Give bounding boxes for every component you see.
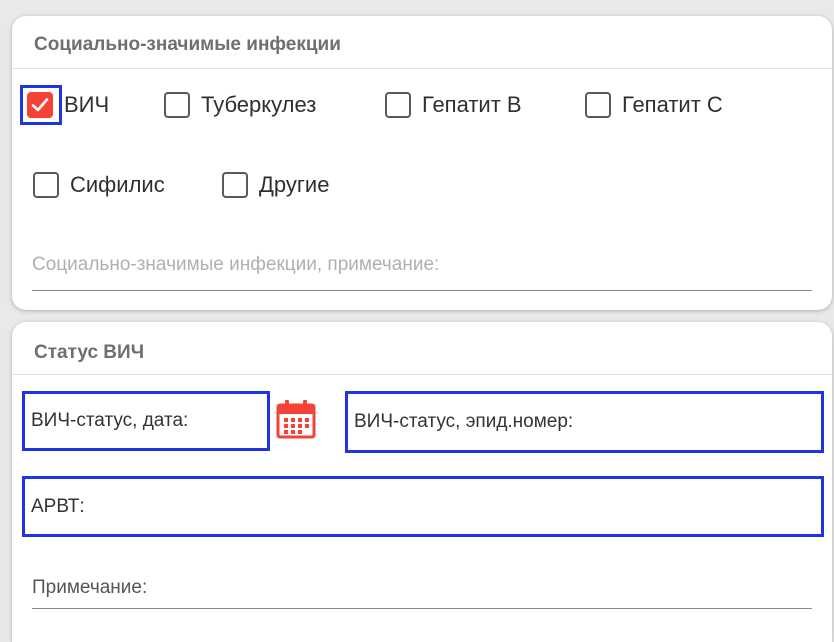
hiv-status-card-title: Статус ВИЧ [34, 342, 145, 363]
checkbox-hiv[interactable]: ВИЧ [20, 85, 110, 125]
infections-note-field[interactable]: Социально-значимые инфекции, примечание: [32, 254, 812, 291]
hiv-status-date-field[interactable]: ВИЧ-статус, дата: [22, 391, 270, 451]
checkbox-tuberculosis-box[interactable] [164, 92, 190, 118]
infections-divider [12, 68, 832, 69]
checkbox-syphilis-box[interactable] [33, 172, 59, 198]
checkbox-other-box[interactable] [222, 172, 248, 198]
infections-note-placeholder: Социально-значимые инфекции, примечание: [32, 254, 440, 275]
arvt-placeholder: АРВТ: [31, 495, 85, 517]
checkbox-tuberculosis[interactable]: Туберкулез [164, 85, 316, 125]
checkbox-hiv-label: ВИЧ [64, 92, 110, 117]
checkbox-hepatitis-b[interactable]: Гепатит В [385, 85, 522, 125]
checkbox-hiv-box[interactable] [27, 92, 53, 118]
checkbox-syphilis-label: Сифилис [70, 172, 165, 197]
hiv-status-epid-number-field[interactable]: ВИЧ-статус, эпид.номер: [345, 391, 824, 453]
hiv-note-placeholder: Примечание: [32, 576, 148, 598]
calendar-icon[interactable] [276, 399, 316, 439]
checkbox-other-label: Другие [259, 172, 330, 197]
checkbox-hepatitis-c-label: Гепатит С [622, 92, 723, 117]
infections-card: Социально-значимые инфекции ВИЧ Туберкул… [12, 16, 832, 310]
hiv-status-divider [12, 374, 832, 375]
checkbox-hepatitis-c-box[interactable] [585, 92, 611, 118]
infections-card-title: Социально-значимые инфекции [34, 34, 341, 55]
check-icon [31, 98, 49, 112]
checkbox-tuberculosis-label: Туберкулез [201, 92, 317, 117]
checkbox-hepatitis-b-label: Гепатит В [422, 92, 522, 117]
checkbox-other[interactable]: Другие [222, 165, 329, 205]
hiv-status-date-placeholder: ВИЧ-статус, дата: [31, 410, 189, 431]
checkbox-hepatitis-c[interactable]: Гепатит С [585, 85, 723, 125]
arvt-field[interactable]: АРВТ: [22, 476, 824, 537]
hiv-status-card: Статус ВИЧ ВИЧ-статус, дата: ВИЧ-статус,… [12, 322, 832, 642]
checkbox-hepatitis-b-box[interactable] [385, 92, 411, 118]
checkbox-syphilis[interactable]: Сифилис [33, 165, 165, 205]
hiv-status-epid-number-placeholder: ВИЧ-статус, эпид.номер: [354, 411, 574, 432]
hiv-note-field[interactable]: Примечание: [32, 567, 812, 609]
